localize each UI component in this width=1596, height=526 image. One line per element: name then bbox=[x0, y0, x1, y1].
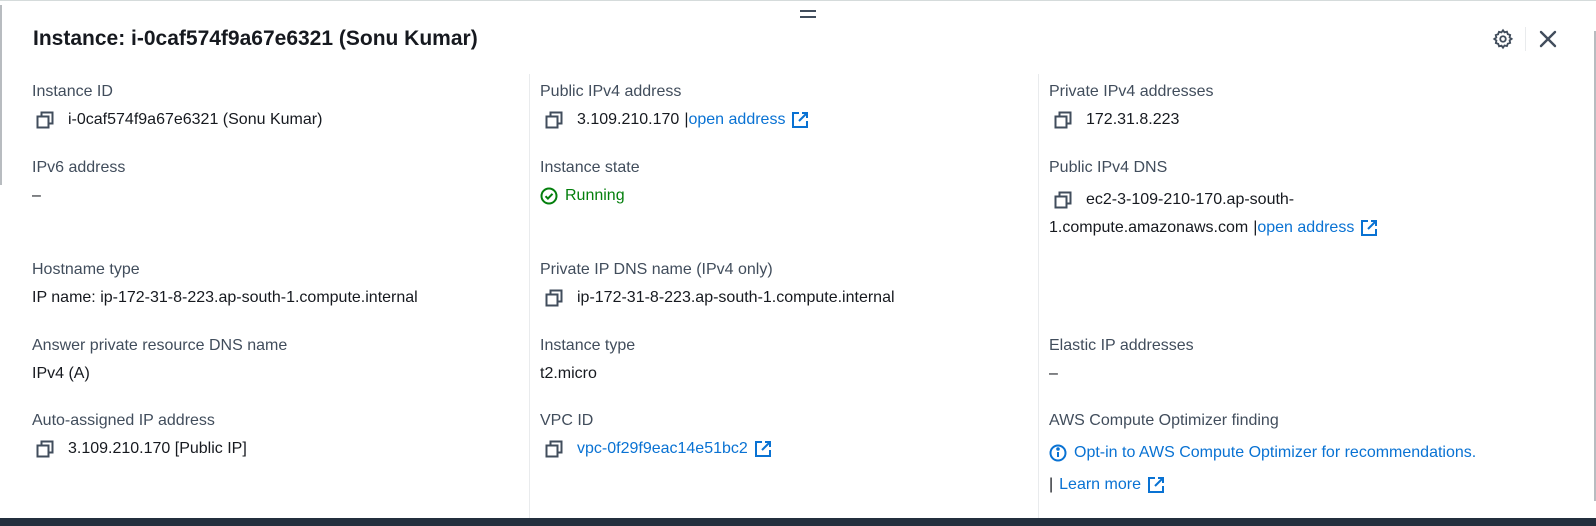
field-instance-type: Instance type t2.micro bbox=[540, 336, 635, 384]
field-label: Auto-assigned IP address bbox=[32, 412, 215, 429]
field-answer-dns: Answer private resource DNS name IPv4 (A… bbox=[32, 336, 287, 384]
column-divider bbox=[529, 74, 530, 519]
field-label: IPv6 address bbox=[32, 159, 126, 176]
field-public-dns: Public IPv4 DNS ec2-3-109-210-170.ap-sou… bbox=[1049, 158, 1378, 242]
external-link-icon[interactable] bbox=[1360, 219, 1378, 237]
instance-details-panel: Instance: i-0caf574f9a67e6321 (Sonu Kuma… bbox=[0, 0, 1596, 519]
column-divider bbox=[1038, 74, 1039, 519]
check-circle-icon bbox=[540, 187, 558, 205]
resize-handle[interactable] bbox=[800, 10, 816, 22]
left-edge bbox=[0, 5, 2, 185]
field-auto-ip: Auto-assigned IP address 3.109.210.170 [… bbox=[32, 411, 247, 459]
public-dns-value-line1: ec2-3-109-210-170.ap-south- bbox=[1086, 191, 1295, 208]
field-private-dns: Private IP DNS name (IPv4 only) ip-172-3… bbox=[540, 260, 895, 308]
field-hostname-type: Hostname type IP name: ip-172-31-8-223.a… bbox=[32, 260, 418, 308]
answer-dns-value: IPv4 (A) bbox=[32, 365, 90, 382]
auto-ip-value: 3.109.210.170 [Public IP] bbox=[68, 440, 247, 457]
elastic-ip-value: – bbox=[1049, 365, 1058, 382]
page-title: Instance: i-0caf574f9a67e6321 (Sonu Kuma… bbox=[33, 27, 478, 50]
separator: | bbox=[1049, 476, 1054, 493]
field-label: Answer private resource DNS name bbox=[32, 337, 288, 354]
close-icon bbox=[1539, 30, 1557, 48]
field-instance-id: Instance ID i-0caf574f9a67e6321 (Sonu Ku… bbox=[32, 82, 322, 130]
external-link-icon[interactable] bbox=[791, 111, 809, 129]
field-label: Elastic IP addresses bbox=[1049, 337, 1194, 354]
field-label: Instance type bbox=[540, 337, 636, 354]
field-public-ipv4: Public IPv4 address 3.109.210.170 | open… bbox=[540, 82, 809, 130]
bottom-bar bbox=[0, 518, 1596, 526]
copy-icon[interactable] bbox=[35, 110, 55, 130]
external-link-icon[interactable] bbox=[1147, 476, 1165, 494]
instance-id-value: i-0caf574f9a67e6321 (Sonu Kumar) bbox=[68, 111, 323, 128]
close-button[interactable] bbox=[1536, 27, 1560, 51]
field-label: Public IPv4 DNS bbox=[1049, 159, 1168, 176]
copy-icon[interactable] bbox=[35, 439, 55, 459]
copy-icon[interactable] bbox=[544, 288, 564, 308]
learn-more-link[interactable]: Learn more bbox=[1059, 471, 1141, 499]
instance-state-value: Running bbox=[565, 187, 625, 204]
field-label: Hostname type bbox=[32, 261, 140, 278]
field-instance-state: Instance state Running bbox=[540, 158, 640, 206]
field-label: Instance ID bbox=[32, 83, 113, 100]
field-label: Public IPv4 address bbox=[540, 83, 682, 100]
copy-icon[interactable] bbox=[1053, 110, 1073, 130]
optimizer-opt-in-link[interactable]: Opt-in to AWS Compute Optimizer for reco… bbox=[1074, 439, 1476, 467]
external-link-icon[interactable] bbox=[754, 440, 772, 458]
field-ipv6: IPv6 address – bbox=[32, 158, 125, 206]
vpc-id-link[interactable]: vpc-0f29f9eac14e51bc2 bbox=[577, 439, 748, 459]
public-ipv4-value: 3.109.210.170 bbox=[577, 111, 680, 128]
instance-type-value: t2.micro bbox=[540, 365, 597, 382]
copy-icon[interactable] bbox=[544, 110, 564, 130]
header-actions bbox=[1491, 27, 1560, 51]
public-dns-value-line2: 1.compute.amazonaws.com bbox=[1049, 219, 1249, 236]
gear-icon bbox=[1492, 28, 1514, 50]
field-private-ipv4: Private IPv4 addresses 172.31.8.223 bbox=[1049, 82, 1214, 130]
private-ipv4-value: 172.31.8.223 bbox=[1086, 111, 1180, 128]
settings-button[interactable] bbox=[1491, 27, 1515, 51]
field-label: Private IP DNS name (IPv4 only) bbox=[540, 261, 773, 278]
field-vpc-id: VPC ID vpc-0f29f9eac14e51bc2 bbox=[540, 411, 772, 459]
ipv6-value: – bbox=[32, 187, 41, 204]
field-label: Private IPv4 addresses bbox=[1049, 83, 1214, 100]
field-label: VPC ID bbox=[540, 412, 594, 429]
hostname-type-value: IP name: ip-172-31-8-223.ap-south-1.comp… bbox=[32, 289, 418, 306]
private-dns-value: ip-172-31-8-223.ap-south-1.compute.inter… bbox=[577, 289, 895, 306]
copy-icon[interactable] bbox=[544, 439, 564, 459]
field-elastic-ip: Elastic IP addresses – bbox=[1049, 336, 1194, 384]
field-optimizer: AWS Compute Optimizer finding Opt-in to … bbox=[1049, 411, 1476, 499]
open-address-link[interactable]: open address bbox=[688, 110, 785, 130]
header-divider bbox=[1525, 27, 1526, 51]
field-label: AWS Compute Optimizer finding bbox=[1049, 412, 1279, 429]
open-address-link[interactable]: open address bbox=[1257, 214, 1354, 242]
copy-icon[interactable] bbox=[1053, 190, 1073, 210]
info-icon bbox=[1049, 444, 1067, 462]
field-label: Instance state bbox=[540, 159, 640, 176]
